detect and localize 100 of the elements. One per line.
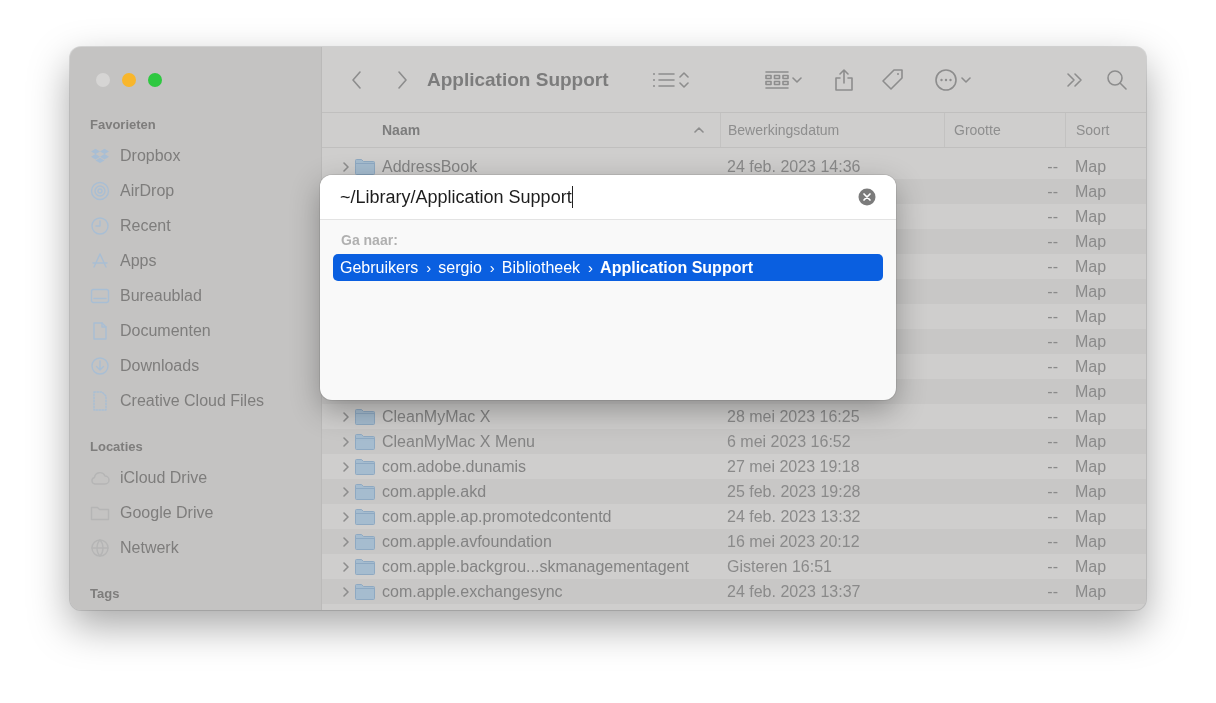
date-text: Gisteren 16:51 [727, 557, 832, 576]
disclosure-icon[interactable] [342, 435, 350, 448]
search-icon[interactable] [1105, 68, 1128, 91]
folder-icon [355, 458, 375, 475]
folder-icon [355, 158, 375, 175]
zoom-button[interactable] [148, 72, 162, 87]
kind-text: Map [1075, 482, 1107, 501]
section-heading: Favorieten [90, 116, 157, 134]
airdrop-icon [90, 180, 110, 201]
kind-text: Map [1075, 257, 1107, 276]
column-heading[interactable]: Soort [1076, 122, 1110, 138]
size-text: -- [1047, 532, 1058, 551]
size-text: -- [1047, 282, 1058, 301]
kind-text: Map [1075, 407, 1107, 426]
sidebar-item[interactable]: Bureaublad [90, 278, 202, 313]
sidebar-item[interactable]: Dropbox [90, 138, 181, 173]
disclosure-icon[interactable] [342, 160, 350, 173]
path-input[interactable]: ~/Library/Application Support [340, 186, 573, 208]
folder-icon [355, 558, 375, 575]
size-text: -- [1047, 482, 1058, 501]
folder-icon [355, 533, 375, 550]
kind-text: Map [1075, 382, 1107, 401]
size-text: -- [1047, 257, 1058, 276]
folder-icon [355, 408, 375, 425]
disclosure-icon[interactable] [342, 535, 350, 548]
kind-text: Map [1075, 432, 1107, 451]
file-icon [90, 390, 110, 411]
back-icon[interactable] [350, 68, 364, 91]
sidebar-item[interactable]: Downloads [90, 348, 200, 383]
sidebar-item[interactable]: Netwerk [90, 530, 179, 565]
sidebar-item[interactable]: AirDrop [90, 173, 175, 208]
window-title: Application Support [427, 68, 609, 91]
tag-icon[interactable] [880, 67, 905, 92]
file-name[interactable]: com.adobe.dunamis [382, 457, 527, 476]
file-name[interactable]: AddressBook [382, 157, 478, 176]
disclosure-icon[interactable] [342, 585, 350, 598]
date-text: 24 feb. 2023 13:37 [727, 582, 861, 601]
size-text: -- [1047, 382, 1058, 401]
kind-text: Map [1075, 332, 1107, 351]
size-text: -- [1047, 307, 1058, 326]
disclosure-icon[interactable] [342, 460, 350, 473]
date-text: 28 mei 2023 16:25 [727, 407, 860, 426]
list-view-icon[interactable] [651, 70, 676, 89]
grid-view-icon[interactable] [764, 69, 789, 90]
caret-icon[interactable] [960, 75, 971, 84]
sidebar-item[interactable]: Google Drive [90, 495, 214, 530]
sidebar-item[interactable]: Recent [90, 208, 171, 243]
sidebar-item[interactable]: Documenten [90, 313, 211, 348]
file-name[interactable]: com.apple.backgrou...skmanagementagent [382, 557, 689, 576]
file-name[interactable]: com.apple.avfoundation [382, 532, 552, 551]
forward-icon[interactable] [395, 68, 409, 91]
size-text: -- [1047, 182, 1058, 201]
kind-text: Map [1075, 307, 1107, 326]
kind-text: Map [1075, 282, 1107, 301]
kind-text: Map [1075, 532, 1107, 551]
size-text: -- [1047, 157, 1058, 176]
file-name[interactable]: com.apple.ap.promotedcontentd [382, 507, 612, 526]
size-text: -- [1047, 232, 1058, 251]
folder-icon [355, 483, 375, 500]
sidebar-item[interactable]: Creative Cloud Files [90, 383, 265, 418]
share-icon[interactable] [833, 67, 854, 92]
path-suggestion[interactable]: Gebruikers › sergio › Bibliotheek › Application Support [333, 254, 883, 281]
kind-text: Map [1075, 232, 1107, 251]
section-label: Ga naar: [340, 232, 399, 248]
sidebar-item[interactable]: Apps [90, 243, 157, 278]
kind-text: Map [1075, 507, 1107, 526]
kind-text: Map [1075, 207, 1107, 226]
folder-icon [355, 433, 375, 450]
file-name[interactable]: CleanMyMac X Menu [382, 432, 535, 451]
size-text: -- [1047, 582, 1058, 601]
download-icon [90, 355, 110, 376]
date-text: 16 mei 2023 20:12 [727, 532, 860, 551]
size-text: -- [1047, 332, 1058, 351]
size-text: -- [1047, 557, 1058, 576]
size-text: -- [1047, 507, 1058, 526]
more-icon[interactable] [934, 68, 957, 91]
size-text: -- [1047, 457, 1058, 476]
column-heading[interactable]: Grootte [954, 122, 1001, 138]
kind-text: Map [1075, 157, 1107, 176]
column-heading[interactable]: Bewerkingsdatum [728, 122, 840, 138]
clear-icon[interactable] [858, 188, 876, 206]
disclosure-icon[interactable] [342, 485, 350, 498]
sidebar-item[interactable]: iCloud Drive [90, 460, 208, 495]
column-heading[interactable]: Naam [382, 122, 421, 138]
overflow-icon[interactable] [1065, 71, 1084, 88]
disclosure-icon[interactable] [342, 410, 350, 423]
sort-chevrons-icon[interactable] [678, 70, 689, 89]
kind-text: Map [1075, 582, 1107, 601]
file-name[interactable]: CleanMyMac X [382, 407, 491, 426]
file-name[interactable]: com.apple.exchangesync [382, 582, 563, 601]
size-text: -- [1047, 357, 1058, 376]
caret-icon[interactable] [791, 75, 802, 84]
date-text: 25 feb. 2023 19:28 [727, 482, 861, 501]
kind-text: Map [1075, 457, 1107, 476]
section-heading: Locaties [90, 438, 144, 456]
disclosure-icon[interactable] [342, 510, 350, 523]
disclosure-icon[interactable] [342, 560, 350, 573]
file-name[interactable]: com.apple.akd [382, 482, 487, 501]
folder-icon [355, 583, 375, 600]
size-text: -- [1047, 207, 1058, 226]
